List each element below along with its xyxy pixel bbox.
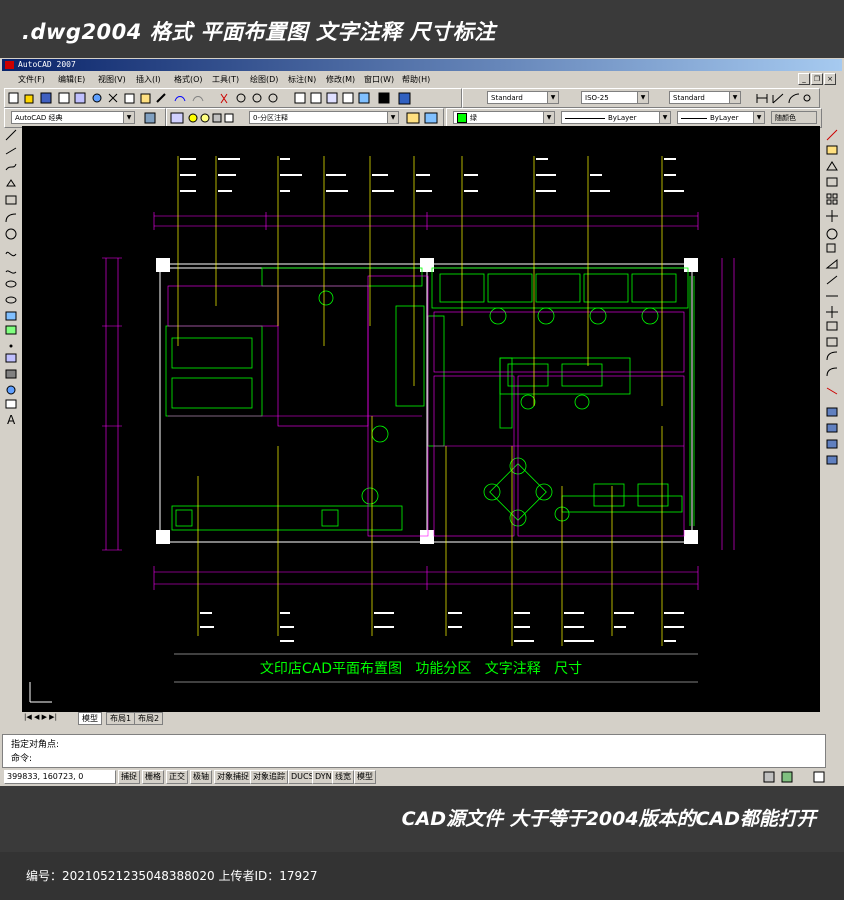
workspace-toolbar: AutoCAD 经典 ▼ [4,108,166,128]
tab-layout1[interactable]: 布局1 [106,712,136,725]
dim-style-select[interactable]: ISO-25 ▼ [581,91,649,104]
title-bar: AutoCAD 2007 [2,59,842,71]
table-style-value: Standard [673,94,705,102]
lineweight-select[interactable]: ByLayer ▼ [677,111,765,124]
layer-state-icons[interactable] [167,109,247,127]
layers-toolbar: 0-分区注释 ▼ [166,108,444,128]
drawing-title: 文印店CAD平面布置图 功能分区 文字注释 尺寸 [259,661,583,677]
standard-toolbar-icons[interactable] [5,89,461,107]
model-button[interactable]: 模型 [354,770,376,784]
menu-view[interactable]: 视图(V) [98,74,126,85]
top-dimensions [153,212,699,230]
menu-window[interactable]: 窗口(W) [364,74,394,85]
draw-toolbar[interactable]: A [2,126,20,426]
ortho-button[interactable]: 正交 [166,770,188,784]
lineweight-button[interactable]: 线宽 [332,770,354,784]
layer-value: 0-分区注释 [253,114,288,122]
annotation-leaders [177,156,663,646]
menu-file[interactable]: 文件(F) [18,74,45,85]
menu-draw[interactable]: 绘图(D) [250,74,278,85]
footer-text: 编号：20210521235048388020 上传者ID：17927 [26,869,318,883]
window-title: AutoCAD 2007 [18,60,76,69]
drawing-area[interactable]: 文印店CAD平面布置图 功能分区 文字注释 尺寸 [22,126,820,712]
menu-edit[interactable]: 编辑(E) [58,74,85,85]
menu-format[interactable]: 格式(O) [174,74,203,85]
command-window[interactable]: 指定对角点: 命令: [2,734,826,768]
top-banner-text: .dwg2004 格式 平面布置图 文字注释 尺寸标注 [22,20,496,44]
app-logo-icon [5,61,14,69]
tray-icons[interactable] [762,770,832,784]
top-banner: .dwg2004 格式 平面布置图 文字注释 尺寸标注 [0,0,844,58]
workspace-value: AutoCAD 经典 [15,114,63,122]
linetype-value: ByLayer [608,114,637,122]
color-value: 绿 [470,114,477,122]
workspace-select[interactable]: AutoCAD 经典 ▼ [11,111,135,124]
furniture [165,267,695,531]
text-style-value: Standard [491,94,523,102]
menu-help[interactable]: 帮助(H) [402,74,430,85]
snap-button[interactable]: 捕捉 [118,770,140,784]
bottom-dimensions [153,566,699,590]
color-swatch [457,113,467,123]
layout-tabs: |◀ ◀ ▶ ▶| 模型 布局1 布局2 [22,712,820,725]
restore-icon[interactable]: ❐ [811,73,823,85]
styles-toolbar: Standard ▼ ISO-25 ▼ Standard ▼ [462,88,820,108]
menu-dimension[interactable]: 标注(N) [288,74,316,85]
footer: 编号：20210521235048388020 上传者ID：17927 [0,852,844,900]
annotation-texts [180,158,684,642]
tab-nav-icons[interactable]: |◀ ◀ ▶ ▶| [24,713,57,721]
linetype-select[interactable]: ByLayer ▼ [561,111,671,124]
plotstyle-select[interactable]: 随颜色 [771,111,817,124]
polar-button[interactable]: 极轴 [190,770,212,784]
tab-model[interactable]: 模型 [78,712,102,725]
menu-insert[interactable]: 插入(I) [136,74,161,85]
svg-text:A: A [7,413,16,426]
layer-select[interactable]: 0-分区注释 ▼ [249,111,399,124]
tab-layout2[interactable]: 布局2 [134,712,164,725]
osnap-button[interactable]: 对象捕捉 [214,770,252,784]
layer-tool-icons[interactable] [403,109,443,127]
menu-modify[interactable]: 修改(M) [326,74,355,85]
menu-tools[interactable]: 工具(T) [212,74,239,85]
window-buttons: _ ❐ × [798,73,836,85]
modify-toolbar[interactable] [822,126,842,466]
color-select[interactable]: 绿 ▼ [453,111,555,124]
bottom-banner: CAD源文件 大于等于2004版本的CAD都能打开 [0,786,844,852]
minimize-icon[interactable]: _ [798,73,810,85]
zone-outlines [167,275,685,537]
ucs-icon [29,682,52,703]
properties-toolbar: 绿 ▼ ByLayer ▼ ByLayer ▼ 随颜色 [446,108,822,128]
close-icon[interactable]: × [824,73,836,85]
coordinates-readout: 399833, 160723, 0 [4,770,116,784]
table-style-select[interactable]: Standard ▼ [669,91,741,104]
dimension-icons[interactable] [753,89,813,107]
command-history-line: 指定对角点: [11,740,60,750]
grid-button[interactable]: 栅格 [142,770,164,784]
text-style-select[interactable]: Standard ▼ [487,91,559,104]
status-bar: 399833, 160723, 0 捕捉 栅格 正交 极轴 对象捕捉 对象追踪 … [2,770,842,784]
workspace-settings-icon[interactable] [141,109,161,127]
menu-bar: 文件(F) 编辑(E) 视图(V) 插入(I) 格式(O) 工具(T) 绘图(D… [2,72,842,86]
otrack-button[interactable]: 对象追踪 [250,770,288,784]
command-prompt[interactable]: 命令: [11,751,32,764]
lineweight-value: ByLayer [710,114,739,122]
standard-toolbar [4,88,462,108]
plotstyle-value: 随颜色 [775,114,796,122]
dim-style-value: ISO-25 [585,94,609,102]
floor-plan[interactable] [22,126,820,712]
bottom-banner-text: CAD源文件 大于等于2004版本的CAD都能打开 [401,808,816,830]
